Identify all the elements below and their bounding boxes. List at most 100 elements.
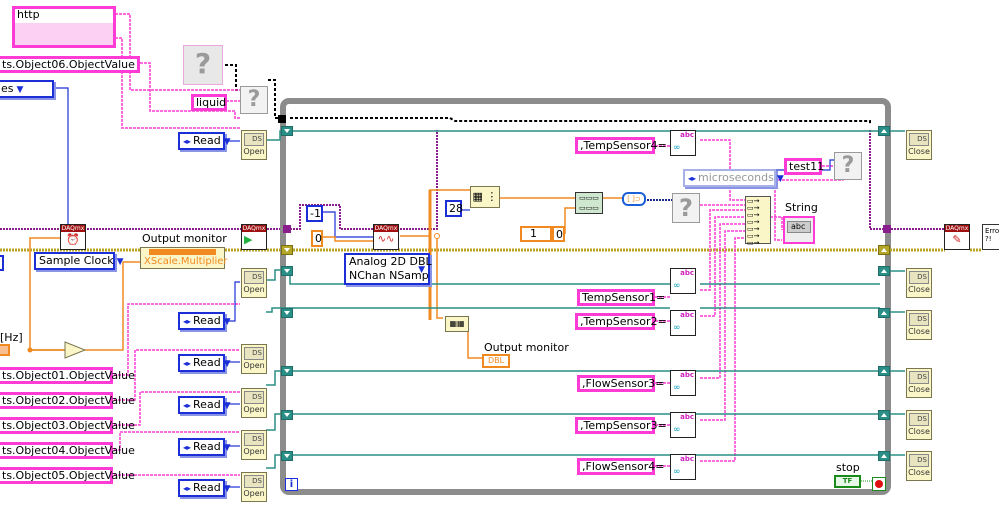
constant-text: ts.Object01.ObjectValue (2, 369, 135, 382)
tunnel-left-1 (281, 266, 293, 276)
sample-clock-ring[interactable]: Sample Clock ▼ (34, 252, 124, 270)
string-indicator[interactable]: abc (783, 216, 815, 244)
datasocket-read-3[interactable]: abc ∞ (670, 370, 696, 396)
constant-text: ts.Object02.ObjectValue (2, 394, 135, 407)
abc-icon: abc (680, 413, 694, 421)
read-mode-ring-1[interactable]: ◂▸ Read ▼ (178, 312, 231, 330)
daqmx-read-polymorphic-selector[interactable]: Analog 2D DBL NChan NSamp ▼ (344, 253, 432, 285)
stop-button-terminal[interactable]: TF (834, 475, 861, 488)
open-label: Open (243, 147, 265, 156)
unknown-subvi-variant[interactable]: ? (672, 193, 700, 223)
refnum-wires (225, 64, 871, 125)
datasocket-close-3[interactable]: DS Close (906, 368, 932, 398)
datasocket-close-5[interactable]: DS Close (906, 451, 932, 481)
enum-wires (55, 87, 835, 488)
object05-constant[interactable]: ts.Object05.ObjectValue (0, 467, 135, 484)
constant-text: test11 (789, 160, 825, 173)
left-edge-cluster[interactable] (0, 255, 4, 271)
error-handler-vi[interactable]: Error ?! (982, 224, 999, 250)
reciprocal-function[interactable] (64, 341, 87, 359)
glasses-icon: ∞ (673, 383, 681, 393)
read-mode-ring-2[interactable]: ◂▸ Read ▼ (178, 354, 231, 372)
enum-icon: ◂▸ (183, 484, 192, 493)
output-monitor-local-variable[interactable]: DBL (482, 354, 510, 368)
datasocket-read-5[interactable]: abc ∞ (670, 454, 696, 480)
object01-constant[interactable]: ts.Object01.ObjectValue (0, 367, 135, 384)
unknown-subvi-url[interactable]: ? (240, 86, 268, 114)
object04-constant[interactable]: ts.Object04.ObjectValue (0, 442, 135, 459)
tunnel-left-4 (281, 410, 293, 420)
zero-constant[interactable]: 0 (311, 230, 323, 247)
daqmx-timing-vi[interactable]: DAQmx ⏰ (60, 224, 86, 250)
sensor-constant-tempsensor2[interactable]: ,TempSensor2= (575, 313, 667, 330)
read-mode-ring-5[interactable]: ◂▸ Read ▼ (178, 479, 231, 497)
datasocket-open-3[interactable]: DS Open (241, 388, 267, 418)
object03-constant[interactable]: ts.Object03.ObjectValue (0, 417, 135, 434)
unknown-vi-icon[interactable]: ? (183, 45, 223, 85)
datasocket-read-1[interactable]: abc ∞ (670, 268, 696, 294)
bundle-function[interactable]: ▭▭▭ ▭▭▭ (575, 192, 603, 214)
loop-condition-terminal[interactable] (872, 477, 886, 491)
top-left-enum-ring[interactable]: es ▼ (0, 80, 54, 98)
read-mode-ring-4[interactable]: ◂▸ Read ▼ (178, 438, 231, 456)
clock-icon: ⏰ (66, 233, 80, 246)
ds-icon: DS (909, 371, 929, 384)
constant-text: TempSensor1= (582, 291, 666, 304)
ring-text: es (1, 82, 14, 95)
test-constant[interactable]: test11 (784, 158, 825, 175)
task-tunnel-out (883, 225, 891, 233)
daqmx-start-task-vi[interactable]: DAQmx ▶ (241, 224, 267, 250)
array-subset-function[interactable]: ▦▦ (445, 316, 469, 332)
time-unit-ring[interactable]: ◂▸ microseconds ▼ (683, 169, 784, 187)
output-monitor-property-node[interactable]: XScale.Multiplier (140, 247, 228, 269)
sensor-constant-tempsensor4[interactable]: ,TempSensor4= (575, 137, 667, 154)
datasocket-open-5[interactable]: DS Open (241, 472, 267, 502)
liquid-constant[interactable]: liquid (191, 94, 227, 111)
constant-text: liquid (196, 96, 227, 109)
ring-text: Read (193, 356, 221, 369)
rate-control[interactable] (0, 344, 10, 356)
sensor-constant-tempsensor1[interactable]: TempSensor1= (577, 289, 665, 306)
concatenate-strings-function[interactable]: ▭→ ▭→ ▭→ ▭→ ▭→ ▭→ ▭→ (745, 196, 771, 247)
numeric-wires (29, 189, 625, 359)
datasocket-open-1[interactable]: DS Open (241, 268, 267, 298)
numeric-array-control[interactable]: 1 (520, 226, 552, 242)
datasocket-close-2[interactable]: DS Close (906, 310, 932, 340)
constant-text: ,TempSensor3= (580, 419, 667, 432)
url-string-constant[interactable]: http (12, 6, 116, 48)
tunnel-right-4 (878, 410, 890, 420)
glasses-icon: ∞ (673, 143, 681, 153)
index-constant-28[interactable]: 28 (445, 200, 463, 217)
object06-constant[interactable]: ts.Object06.ObjectValue (0, 56, 140, 73)
constant-text: ,TempSensor4= (580, 139, 667, 152)
datasocket-close-1[interactable]: DS Close (906, 268, 932, 298)
unknown-subvi-test[interactable]: ? (834, 152, 862, 180)
read-mode-ring-0[interactable]: ◂▸ Read ▼ (178, 132, 231, 150)
index-array-function[interactable]: ▦ ⋮ (470, 186, 500, 208)
object02-constant[interactable]: ts.Object02.ObjectValue (0, 392, 135, 409)
datasocket-open-0[interactable]: DS Open (241, 130, 267, 160)
ds-icon: DS (909, 313, 929, 326)
to-variant-function[interactable]: [ ]⊃ (622, 192, 646, 206)
daqmx-read-vi[interactable]: DAQmx ∿∿ (373, 224, 399, 250)
datasocket-close-0[interactable]: DS Close (906, 130, 932, 160)
sensor-constant-flowsensor4[interactable]: ,FlowSensor4= (577, 458, 665, 475)
sensor-constant-tempsensor3[interactable]: ,TempSensor3= (575, 417, 667, 434)
output-monitor-label: Output monitor (142, 232, 227, 245)
constant-text: ts.Object04.ObjectValue (2, 444, 135, 457)
daqmx-header: DAQmx (374, 225, 398, 232)
constant-text: ,TempSensor2= (580, 315, 667, 328)
dropdown-arrow-icon: ▼ (223, 137, 231, 147)
read-glasses-icon: ∿∿ (377, 234, 395, 245)
sensor-constant-flowsensor3[interactable]: ,FlowSensor3= (577, 375, 665, 392)
datasocket-read-2[interactable]: abc ∞ (670, 310, 696, 336)
datasocket-read-4[interactable]: abc ∞ (670, 412, 696, 438)
read-mode-ring-3[interactable]: ◂▸ Read ▼ (178, 396, 231, 414)
datasocket-open-4[interactable]: DS Open (241, 430, 267, 460)
datasocket-open-2[interactable]: DS Open (241, 344, 267, 374)
datasocket-close-4[interactable]: DS Close (906, 410, 932, 440)
timeout-constant[interactable]: -1 (306, 205, 323, 222)
daqmx-clear-task-vi[interactable]: DAQmx ✎ (944, 224, 970, 250)
array-index-zero[interactable]: 0 (552, 226, 565, 242)
datasocket-read-0[interactable]: abc ∞ (670, 130, 696, 156)
